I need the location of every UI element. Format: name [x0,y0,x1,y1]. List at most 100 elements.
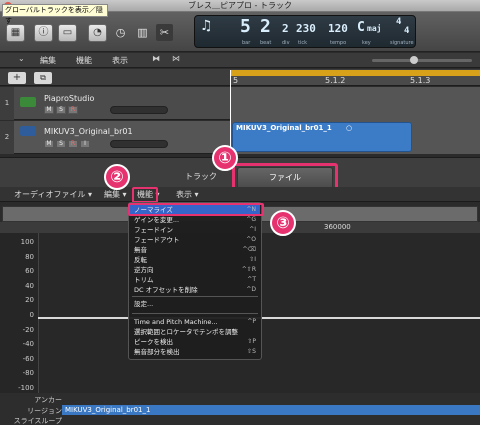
amplitude-tick: 40 [25,281,34,290]
tray-icon: ▭ [62,27,73,38]
menu-item-label: ピークを検出 [134,338,173,346]
menu-item-label: 無音 [134,246,147,254]
metronome-button[interactable]: ◷ [112,24,129,41]
lcd-div-label: div [282,40,290,46]
track-number: 1 [0,87,14,120]
zoom-slider-knob[interactable] [410,56,418,64]
lcd-tick: 230 [296,22,316,35]
timeline-label: 360000 [324,223,351,231]
menu-item[interactable]: 設定... [134,299,258,309]
toolbar-button[interactable]: ▭ [58,24,77,42]
menu-audio-file[interactable]: オーディオファイル ▾ [14,189,92,201]
menu-item-shortcut: ^⇧R [241,266,256,273]
ruler-mark: 5.1.3 [410,76,431,85]
solo-button[interactable]: S [56,106,66,114]
solo-button[interactable]: S [56,140,66,148]
lcd-bar-label: bar [242,40,251,46]
menu-item[interactable]: フェードイン ^I [134,225,258,235]
ruler-mark: 5.1.2 [325,76,346,85]
slice-loop-label: スライスループ [13,417,62,425]
scissors-icon: ✂ [159,26,170,39]
snap-icon[interactable]: ⧓ [152,54,160,63]
ruler-mark: 5 [233,76,239,85]
chevron-down-icon[interactable]: ⌄ [18,54,25,63]
menu-item[interactable]: フェードアウト ^O [134,235,258,245]
record-button[interactable]: R [68,140,78,148]
menu-item-shortcut: ⇧I [249,256,256,263]
menu-item[interactable]: トリム ^T [134,275,258,285]
menu-item-label: 逆方向 [134,266,154,274]
knob-icon: ◔ [93,27,102,38]
menu-item[interactable]: 反転 ⇧I [134,255,258,265]
mute-button[interactable]: M [44,106,54,114]
menu-item-label: Time and Pitch Machine... [134,318,218,326]
amplitude-tick: 60 [25,267,34,276]
mute-button[interactable]: M [44,140,54,148]
callout-1: ① [212,145,238,171]
menu-item-label: トリム [134,276,154,284]
clock-icon: ◷ [115,26,126,39]
menu-item[interactable]: 無音部分を検出 ⇧S [134,347,258,357]
menu-item[interactable]: Time and Pitch Machine... ^P [134,317,258,327]
mixer-button[interactable]: ▥ [134,24,151,41]
amplitude-tick: 100 [20,238,34,246]
menu-item-shortcut: ^I [249,226,256,233]
menu-item-shortcut: ^O [246,236,256,243]
highlight-normalize [128,203,264,216]
menu-edit[interactable]: 編集 ▾ [104,189,127,201]
inspector-button[interactable]: ⓘ [34,24,53,42]
zoom-slider[interactable] [372,59,472,62]
menu-item[interactable]: 選択範囲とロケータでテンポを調整 [134,327,258,337]
add-track-button[interactable]: + [8,72,26,84]
menu-item-label: 選択範囲とロケータでテンポを調整 [134,328,238,336]
catch-icon[interactable]: ⋈ [172,54,180,63]
cycle-region[interactable] [230,70,480,76]
amplitude-tick: 0 [29,311,34,319]
tooltip-global-tracks: グローバルトラックを表示／隠す [2,4,108,25]
amplitude-tick: 80 [25,252,34,261]
mixer-icon: ▥ [137,26,148,39]
amplitude-tick: -100 [18,384,34,392]
menu-edit[interactable]: 編集 [40,54,56,67]
smart-controls-button[interactable]: ◔ [88,24,107,42]
lcd-key-label: key [362,40,371,46]
record-button[interactable]: R [68,106,78,114]
input-monitor-button[interactable]: I [80,140,90,148]
lcd-sig-top: 4 [396,17,402,27]
editors-button[interactable]: ✂ [156,24,173,41]
menu-view[interactable]: 表示 ▾ [176,189,199,201]
anchor-label: アンカー [34,396,62,404]
menu-item-shortcut: ^D [246,286,256,293]
track-number: 2 [0,121,14,154]
volume-fader[interactable] [110,140,168,148]
menu-item-label: 反転 [134,256,147,264]
highlight-function-menu [132,187,158,203]
duplicate-track-button[interactable]: ⧉ [34,72,52,84]
menu-item[interactable]: 無音 ^⌫ [134,245,258,255]
amplitude-tick: -40 [22,340,34,349]
menu-function[interactable]: 機能 [76,54,92,67]
callout-3: ③ [270,210,296,236]
lcd-bar: 5 [240,16,251,37]
playhead[interactable] [230,70,231,154]
lcd-signature-label: signature [390,40,414,46]
menu-item[interactable]: ピークを検出 ⇧P [134,337,258,347]
menu-separator [132,296,258,297]
menu-item[interactable]: ゲインを変更... ^G [134,215,258,225]
lcd-div: 2 [282,22,289,35]
info-icon: ⓘ [38,27,49,38]
menu-item-label: 無音部分を検出 [134,348,180,356]
volume-fader[interactable] [110,106,168,114]
menu-item[interactable]: 逆方向 ^⇧R [134,265,258,275]
lcd-tick-label: tick [298,40,307,46]
menu-view[interactable]: 表示 [112,54,128,67]
tab-track[interactable]: トラック [185,171,217,182]
menu-item-label: フェードイン [134,226,173,234]
menu-item[interactable]: DC オフセットを削除 ^D [134,285,258,295]
lcd-sig-bottom: 4 [404,26,410,36]
callout-2: ② [104,164,130,190]
region-row-label: リージョン [27,407,62,415]
amplitude-tick: -80 [22,369,34,378]
menu-item-shortcut: ^⌫ [242,246,256,253]
region-bar[interactable]: MIKUV3_Original_br01_1 [62,405,480,415]
